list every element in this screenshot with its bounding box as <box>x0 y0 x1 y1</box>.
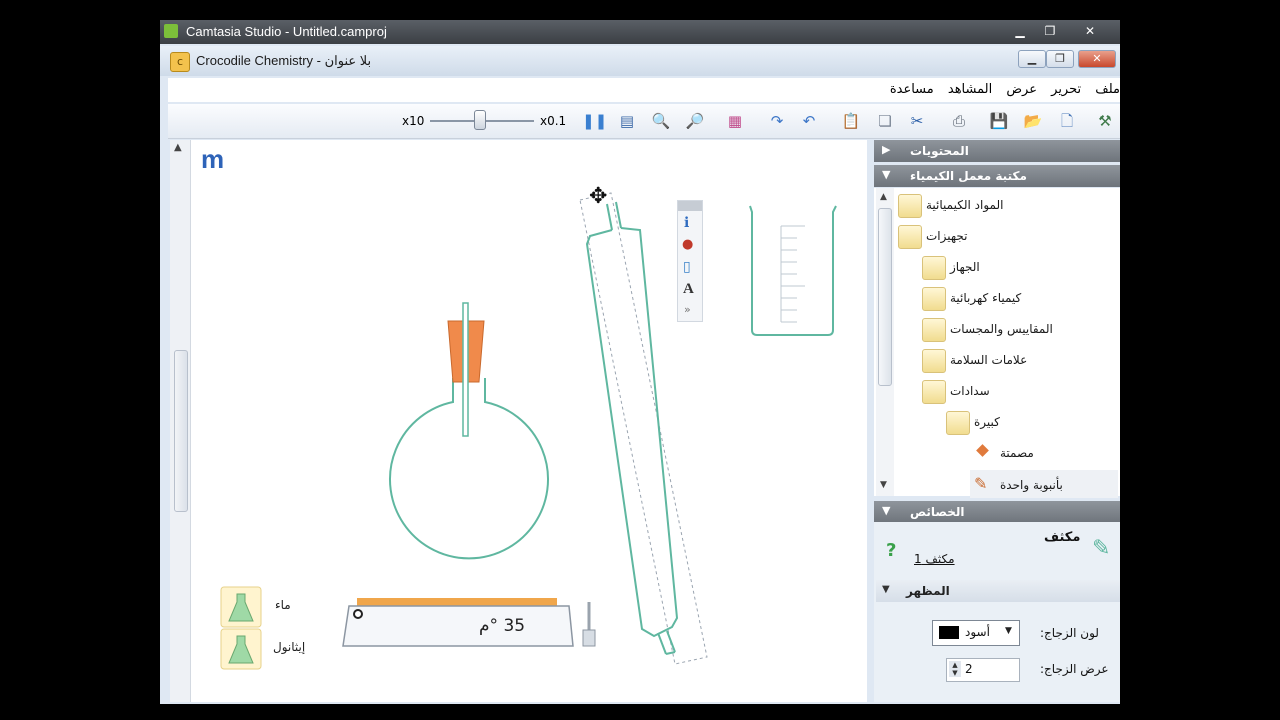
apparatus-drawing <box>220 192 837 670</box>
collapse-arrow-icon: ▼ <box>882 584 890 595</box>
scroll-thumb[interactable] <box>174 350 188 512</box>
camtasia-title-bar: Camtasia Studio - Untitled.camproj ▁ ❐ ✕ <box>160 20 1120 44</box>
speed-max-label: x10 <box>402 114 425 128</box>
save-icon[interactable]: 💾 <box>988 110 1010 132</box>
zoom-out-icon[interactable]: 🔎 <box>684 110 706 132</box>
menu-file[interactable]: ملف <box>1095 82 1120 97</box>
undo-icon[interactable]: ↶ <box>798 110 820 132</box>
cylinder-icon[interactable]: ▯ <box>683 259 691 275</box>
legend-ethanol-label: إيثانول <box>273 640 306 654</box>
glass-width-stepper[interactable]: ▲ ▼ 2 <box>946 658 1020 682</box>
paste-icon[interactable]: 📋 <box>840 110 862 132</box>
safety-folder-icon <box>922 349 946 373</box>
tree-scrollbar[interactable]: ▲ ▼ <box>876 188 894 496</box>
fit-view-icon[interactable]: ▤ <box>616 110 638 132</box>
condenser <box>585 201 679 655</box>
app-icon: c <box>170 52 190 72</box>
zoom-in-icon[interactable]: 🔍 <box>650 110 672 132</box>
restore-icon[interactable]: ❐ <box>1036 22 1064 40</box>
help-icon[interactable]: ? <box>886 540 896 561</box>
chemical-legend <box>220 586 262 670</box>
print-icon[interactable]: ⎙ <box>948 110 970 132</box>
toolbar: x10 x0.1 ❚❚ ▤ 🔍 🔎 ▦ ↷ ↶ 📋 ❏ ✂ ⎙ 💾 📂 🗋 ⚒ <box>168 104 1120 139</box>
meters-folder-icon <box>922 318 946 342</box>
beaker <box>749 205 837 336</box>
object-name: مكثف <box>1044 530 1081 545</box>
copy-icon[interactable]: ❏ <box>874 110 896 132</box>
info-icon[interactable]: ℹ <box>684 215 689 231</box>
dropdown-arrow-icon: ▼ <box>1005 626 1012 636</box>
minimize-icon[interactable]: ▁ <box>1006 22 1034 40</box>
menu-edit[interactable]: تحرير <box>1051 82 1081 97</box>
app-close-icon[interactable]: ✕ <box>1078 50 1116 68</box>
app-restore-icon[interactable]: ❐ <box>1046 50 1074 68</box>
glass-color-label: لون الزجاج: <box>1040 626 1099 640</box>
more-tools-icon[interactable]: » <box>684 303 691 316</box>
collapse-arrow-icon: ▼ <box>882 504 891 517</box>
tree-scroll-thumb[interactable] <box>878 208 892 386</box>
close-icon[interactable]: ✕ <box>1068 22 1112 40</box>
collapse-arrow-icon: ▼ <box>882 168 891 181</box>
library-panel-header[interactable]: ▼ مكتبة معمل الكيمياء <box>874 165 1120 187</box>
app-window-title: Crocodile Chemistry - بلا عنوان <box>196 53 372 68</box>
molecule-icon[interactable]: ● <box>682 237 693 252</box>
large-folder-icon <box>946 411 970 435</box>
glass-width-label: عرض الزجاج: <box>1040 662 1109 676</box>
speed-slider-thumb[interactable] <box>474 110 486 130</box>
redo-icon[interactable]: ↷ <box>766 110 788 132</box>
hotplate-temperature: 35 °م <box>479 616 526 636</box>
pause-icon[interactable]: ❚❚ <box>582 110 607 132</box>
scroll-up-icon[interactable]: ▲ <box>174 142 182 153</box>
glass-color-select[interactable]: أسود ▼ <box>932 620 1020 646</box>
menu-bar: ملف تحرير عرض المشاهد مساعدة <box>168 78 1120 102</box>
lab-canvas[interactable]: m ℹ ● ▯ A » ✥ 35 °م ماء إيثانول <box>190 140 867 702</box>
folder-icon <box>898 194 922 218</box>
mini-toolbar-grip[interactable] <box>678 201 702 211</box>
appearance-section-header[interactable]: ▼ المظهر <box>876 580 1120 602</box>
apparatus-folder-icon <box>922 256 946 280</box>
graph-icon[interactable]: ▦ <box>724 110 746 132</box>
move-cursor-icon: ✥ <box>589 184 608 209</box>
properties-panel-header[interactable]: ▼ الخصائص <box>874 501 1120 523</box>
expand-arrow-icon: ▶ <box>882 143 891 156</box>
contents-panel-header[interactable]: ▶ المحتويات <box>874 140 1120 162</box>
stoppers-folder-icon <box>922 380 946 404</box>
menu-view[interactable]: عرض <box>1006 82 1037 97</box>
tree-item-one-hole[interactable]: ✎ بأنبوبة واحدة <box>970 470 1118 498</box>
one-hole-stopper-icon: ✎ <box>974 474 988 493</box>
speed-min-label: x0.1 <box>540 114 567 128</box>
object-instance[interactable]: مكثف 1 <box>914 552 955 566</box>
menu-scenes[interactable]: المشاهد <box>948 82 992 97</box>
camtasia-app-icon <box>164 24 178 38</box>
tree-scroll-up-icon[interactable]: ▲ <box>880 192 887 202</box>
menu-help[interactable]: مساعدة <box>890 82 934 97</box>
folder-open-icon <box>898 225 922 249</box>
legend-water-label: ماء <box>275 598 291 612</box>
object-mini-toolbar: ℹ ● ▯ A » <box>677 200 703 322</box>
color-swatch <box>939 626 959 639</box>
hotplate <box>342 598 596 647</box>
open-icon[interactable]: 📂 <box>1022 110 1044 132</box>
stepper-arrows-icon[interactable]: ▲ ▼ <box>949 661 961 677</box>
round-bottom-flask <box>389 378 549 560</box>
electrochemistry-folder-icon <box>922 287 946 311</box>
camtasia-window-title: Camtasia Studio - Untitled.camproj <box>186 24 387 39</box>
condenser-icon: ✎ <box>1092 536 1111 561</box>
tree-scroll-down-icon[interactable]: ▼ <box>880 480 887 490</box>
new-file-icon[interactable]: 🗋 <box>1056 110 1078 132</box>
app-title-bar: c Crocodile Chemistry - بلا عنوان ▁ ❐ ✕ <box>160 46 1120 76</box>
glass-tube <box>462 302 469 437</box>
tools-icon[interactable]: ⚒ <box>1094 110 1116 132</box>
text-tool-icon[interactable]: A <box>683 281 694 298</box>
app-minimize-icon[interactable]: ▁ <box>1018 50 1046 68</box>
cut-icon[interactable]: ✂ <box>906 110 928 132</box>
canvas-vertical-scrollbar[interactable]: ▲ <box>170 140 190 702</box>
